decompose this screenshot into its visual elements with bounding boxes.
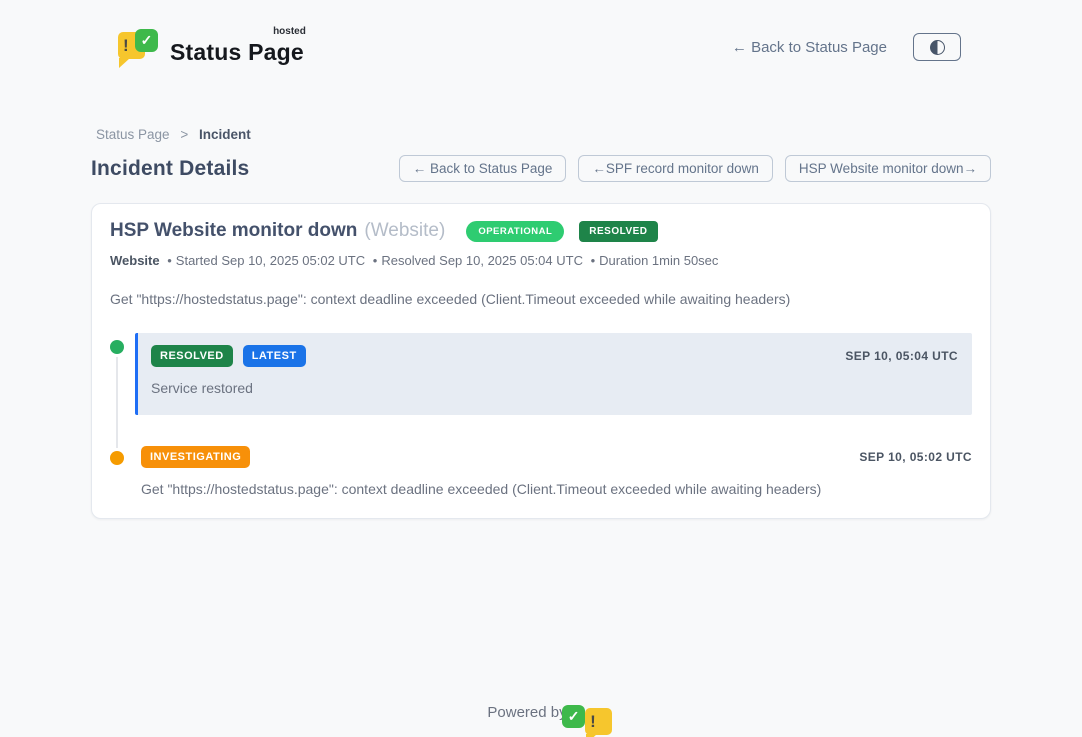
footer: Powered by ! ✓ © 2025-10-08 14:10:34.772…	[0, 703, 1082, 737]
timeline-entry-content: INVESTIGATING SEP 10, 05:02 UTC Get "htt…	[141, 444, 972, 497]
incident-title-row: HSP Website monitor down (Website) OPERA…	[110, 220, 972, 242]
timeline-entry-message: Get "https://hostedstatus.page": context…	[141, 481, 972, 497]
timeline-entry-investigating: INVESTIGATING SEP 10, 05:02 UTC Get "htt…	[110, 444, 972, 497]
theme-toggle-button[interactable]	[913, 33, 961, 61]
main-content: Status Page > Incident Incident Details …	[91, 127, 991, 519]
brand-superscript: hosted	[273, 26, 306, 37]
breadcrumb-separator: >	[180, 127, 188, 142]
resolved-badge: RESOLVED	[579, 221, 657, 242]
incident-resolved: Resolved Sep 10, 2025 05:04 UTC	[381, 253, 583, 268]
header-back-link[interactable]: ← Back to Status Page	[732, 39, 887, 56]
brand-text: hosted Status Page	[170, 27, 304, 66]
contrast-icon	[930, 40, 945, 55]
meta-separator: •	[373, 253, 378, 268]
checkmark-icon: ✓	[135, 29, 158, 52]
timeline-dot-green	[110, 340, 124, 354]
exclamation-bubble-icon: !	[585, 708, 612, 735]
next-incident-button[interactable]: HSP Website monitor down→	[785, 155, 991, 182]
meta-separator: •	[591, 253, 596, 268]
footer-brand-icon[interactable]: ! ✓	[576, 703, 595, 722]
header-actions: ← Back to Status Page	[732, 33, 961, 61]
incident-description: Get "https://hostedstatus.page": context…	[110, 291, 972, 307]
prev-incident-button[interactable]: ←SPF record monitor down	[578, 155, 773, 182]
timeline-entry-card: RESOLVED LATEST SEP 10, 05:04 UTC Servic…	[135, 333, 972, 415]
brand-name: Status Page	[170, 39, 304, 65]
incident-scope: (Website)	[364, 220, 445, 242]
brand-logo[interactable]: ! ✓ hosted Status Page	[118, 27, 304, 67]
breadcrumb: Status Page > Incident	[91, 127, 991, 142]
incident-service: Website	[110, 253, 160, 268]
breadcrumb-status-page[interactable]: Status Page	[96, 127, 170, 142]
timeline-entry-badges: RESOLVED LATEST	[151, 345, 306, 367]
incident-timeline: RESOLVED LATEST SEP 10, 05:04 UTC Servic…	[110, 333, 972, 497]
timeline-entry-header: RESOLVED LATEST SEP 10, 05:04 UTC	[151, 345, 958, 367]
investigating-status-badge: INVESTIGATING	[141, 446, 250, 468]
header: ! ✓ hosted Status Page ← Back to Status …	[0, 0, 1082, 76]
timeline-entry-header: INVESTIGATING SEP 10, 05:02 UTC	[141, 446, 972, 468]
page-title: Incident Details	[91, 157, 249, 181]
latest-tag-badge: LATEST	[243, 345, 306, 367]
timeline-entry-resolved: RESOLVED LATEST SEP 10, 05:04 UTC Servic…	[110, 333, 972, 415]
checkmark-icon: ✓	[562, 705, 585, 728]
timeline-dot-orange	[110, 451, 124, 465]
incident-meta: Website •Started Sep 10, 2025 05:02 UTC …	[110, 253, 972, 268]
powered-by-label: Powered by	[487, 704, 566, 721]
timeline-entry-timestamp: SEP 10, 05:02 UTC	[859, 450, 972, 464]
incident-nav-buttons: ← Back to Status Page ←SPF record monito…	[399, 155, 991, 182]
resolved-status-badge: RESOLVED	[151, 345, 233, 367]
incident-started: Started Sep 10, 2025 05:02 UTC	[176, 253, 365, 268]
timeline-entry-timestamp: SEP 10, 05:04 UTC	[845, 349, 958, 363]
incident-card: HSP Website monitor down (Website) OPERA…	[91, 203, 991, 519]
powered-by: Powered by ! ✓	[0, 703, 1082, 722]
breadcrumb-incident: Incident	[199, 127, 251, 142]
back-to-status-page-button[interactable]: ← Back to Status Page	[399, 155, 567, 182]
incident-duration: Duration 1min 50sec	[599, 253, 718, 268]
operational-badge: OPERATIONAL	[466, 221, 564, 242]
incident-title: HSP Website monitor down	[110, 220, 357, 242]
timeline-entry-message: Service restored	[151, 380, 958, 396]
meta-separator: •	[167, 253, 172, 268]
title-row: Incident Details ← Back to Status Page ←…	[91, 155, 991, 182]
brand-logo-icon: ! ✓	[118, 27, 158, 67]
